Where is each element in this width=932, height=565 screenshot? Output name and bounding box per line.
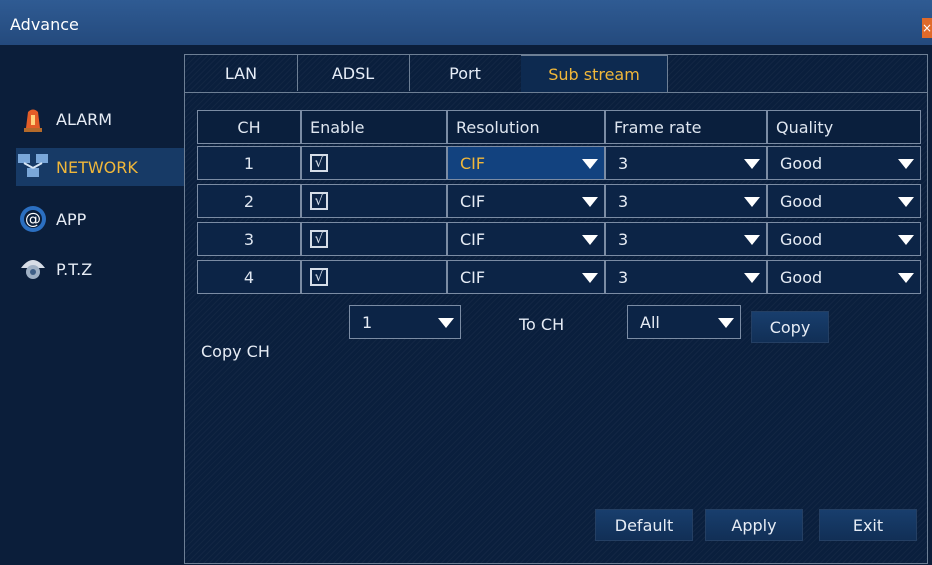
dropdown-value: Good [780, 191, 823, 211]
resolution-dropdown[interactable]: CIF [447, 184, 605, 218]
ptz-camera-icon [16, 252, 50, 286]
table-row-ch-4: 4 [197, 260, 301, 294]
frame-rate-dropdown[interactable]: 3 [605, 184, 767, 218]
frame-rate-dropdown[interactable]: 3 [605, 260, 767, 294]
advance-window: Advance × ALARM NETWORK @ APP P.T.Z LAN … [0, 0, 932, 565]
copy-ch-label: Copy CH [201, 342, 270, 361]
chevron-down-icon [898, 235, 914, 245]
table-row-enable-4: √ [301, 260, 447, 294]
table-row-enable-2: √ [301, 184, 447, 218]
alarm-beacon-icon [16, 102, 50, 136]
dropdown-value: CIF [460, 267, 486, 287]
close-button[interactable]: × [922, 18, 932, 38]
sidebar-item-ptz[interactable]: P.T.Z [16, 250, 184, 288]
dropdown-value: CIF [460, 229, 486, 249]
quality-dropdown[interactable]: Good [767, 184, 921, 218]
tab-bar: LAN ADSL Port Sub stream [185, 55, 927, 93]
sidebar-item-label: NETWORK [56, 157, 138, 177]
sidebar-item-label: APP [56, 209, 87, 229]
table-row-ch-1: 1 [197, 146, 301, 180]
dropdown-value: CIF [460, 153, 486, 173]
copy-button[interactable]: Copy [751, 311, 829, 343]
tab-port[interactable]: Port [409, 55, 522, 91]
network-settings-panel: LAN ADSL Port Sub stream CH Enable Resol… [184, 54, 928, 564]
frame-rate-dropdown[interactable]: 3 [605, 222, 767, 256]
sidebar-item-alarm[interactable]: ALARM [16, 100, 184, 138]
dropdown-value: Good [780, 229, 823, 249]
title-bar: Advance × [0, 0, 932, 45]
chevron-down-icon [898, 197, 914, 207]
chevron-down-icon [718, 318, 734, 328]
at-sign-icon: @ [16, 202, 50, 236]
enable-checkbox[interactable]: √ [310, 268, 328, 286]
svg-text:@: @ [25, 209, 41, 228]
chevron-down-icon [898, 273, 914, 283]
exit-button[interactable]: Exit [819, 509, 917, 541]
chevron-down-icon [438, 318, 454, 328]
sidebar-item-label: P.T.Z [56, 259, 93, 279]
sidebar-item-label: ALARM [56, 109, 113, 129]
quality-dropdown[interactable]: Good [767, 146, 921, 180]
copy-ch-dropdown[interactable]: 1 [349, 305, 461, 339]
dropdown-value: All [640, 312, 660, 332]
column-header-resolution: Resolution [447, 110, 605, 144]
table-row-ch-2: 2 [197, 184, 301, 218]
resolution-dropdown[interactable]: CIF [447, 222, 605, 256]
enable-checkbox[interactable]: √ [310, 154, 328, 172]
tab-lan[interactable]: LAN [185, 55, 298, 91]
table-row-enable-3: √ [301, 222, 447, 256]
tab-sub-stream[interactable]: Sub stream [521, 55, 668, 92]
sidebar: ALARM NETWORK @ APP P.T.Z [8, 45, 184, 565]
chevron-down-icon [744, 273, 760, 283]
column-header-quality: Quality [767, 110, 921, 144]
sidebar-item-network[interactable]: NETWORK [16, 148, 184, 186]
column-header-ch: CH [197, 110, 301, 144]
network-icon [16, 150, 50, 184]
chevron-down-icon [744, 197, 760, 207]
frame-rate-dropdown[interactable]: 3 [605, 146, 767, 180]
dropdown-value: 3 [618, 153, 629, 173]
chevron-down-icon [582, 273, 598, 283]
chevron-down-icon [898, 159, 914, 169]
column-header-frame-rate: Frame rate [605, 110, 767, 144]
sidebar-item-app[interactable]: @ APP [16, 200, 184, 238]
resolution-dropdown[interactable]: CIF [447, 146, 605, 180]
dropdown-value: 1 [362, 312, 373, 332]
dropdown-value: Good [780, 153, 823, 173]
column-header-enable: Enable [301, 110, 447, 144]
default-button[interactable]: Default [595, 509, 693, 541]
chevron-down-icon [582, 197, 598, 207]
chevron-down-icon [744, 235, 760, 245]
chevron-down-icon [582, 159, 598, 169]
enable-checkbox[interactable]: √ [310, 230, 328, 248]
dropdown-value: Good [780, 267, 823, 287]
enable-checkbox[interactable]: √ [310, 192, 328, 210]
quality-dropdown[interactable]: Good [767, 222, 921, 256]
dropdown-value: 3 [618, 191, 629, 211]
table-row-ch-3: 3 [197, 222, 301, 256]
tab-adsl[interactable]: ADSL [297, 55, 410, 91]
resolution-dropdown[interactable]: CIF [447, 260, 605, 294]
window-title: Advance [10, 15, 79, 34]
chevron-down-icon [582, 235, 598, 245]
dropdown-value: CIF [460, 191, 486, 211]
table-row-enable-1: √ [301, 146, 447, 180]
to-ch-label: To CH [519, 315, 565, 334]
to-ch-dropdown[interactable]: All [627, 305, 741, 339]
chevron-down-icon [744, 159, 760, 169]
dropdown-value: 3 [618, 229, 629, 249]
apply-button[interactable]: Apply [705, 509, 803, 541]
quality-dropdown[interactable]: Good [767, 260, 921, 294]
dropdown-value: 3 [618, 267, 629, 287]
